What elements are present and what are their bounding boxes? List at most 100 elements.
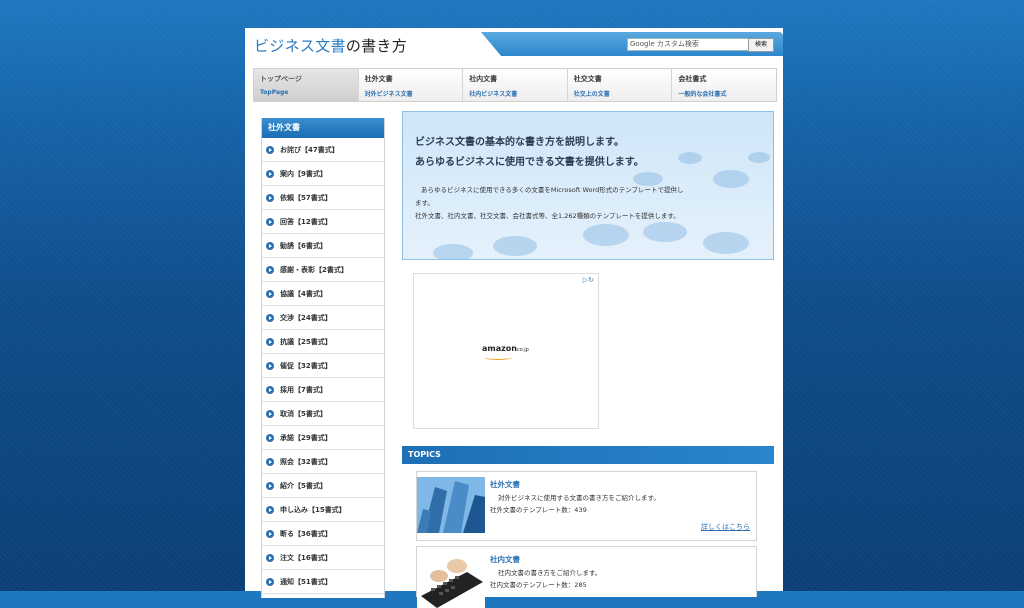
arrow-icon xyxy=(266,241,274,250)
sidebar-item[interactable]: 取消【5書式】 xyxy=(262,402,384,426)
sidebar-item[interactable]: 申し込み【15書式】 xyxy=(262,498,384,522)
nav-item-social[interactable]: 社交文書 社交上の文書 xyxy=(568,69,673,101)
nav-item-company[interactable]: 会社書式 一般的な会社書式 xyxy=(672,69,776,101)
sidebar-item[interactable]: 交渉【24書式】 xyxy=(262,306,384,330)
decor-dot xyxy=(643,222,687,242)
sidebar-item[interactable]: 協議【4書式】 xyxy=(262,282,384,306)
arrow-icon xyxy=(266,505,274,514)
sidebar-item[interactable]: 勧誘【6書式】 xyxy=(262,234,384,258)
arrow-icon xyxy=(266,193,274,202)
sidebar-item[interactable]: 催促【32書式】 xyxy=(262,354,384,378)
adchoices-icon[interactable]: ▷↻ xyxy=(583,276,594,284)
sidebar-item-label: 協議【4書式】 xyxy=(280,289,327,298)
sidebar-item[interactable]: 回答【12書式】 xyxy=(262,210,384,234)
hero-body-line: ます。 xyxy=(415,199,434,207)
sidebar-item[interactable]: 依頼【57書式】 xyxy=(262,186,384,210)
sidebar-item[interactable]: 紹介【5書式】 xyxy=(262,474,384,498)
sidebar-item-label: 申し込み【15書式】 xyxy=(280,505,346,514)
decor-dot xyxy=(433,244,473,259)
amazon-logo-text: amazon xyxy=(482,344,517,353)
amazon-logo[interactable]: amazonco.jp xyxy=(482,344,529,353)
arrow-icon xyxy=(266,409,274,418)
decor-dot xyxy=(583,224,629,246)
sidebar-item-label: 依頼【57書式】 xyxy=(280,193,332,202)
site-title-colored: ビジネス文書 xyxy=(254,37,346,55)
nav-item-external[interactable]: 社外文書 対外ビジネス文書 xyxy=(359,69,464,101)
arrow-icon xyxy=(266,481,274,490)
sidebar-item-label: 案内【9書式】 xyxy=(280,169,327,178)
sidebar-item[interactable]: 抗議【25書式】 xyxy=(262,330,384,354)
sidebar-item-label: 交渉【24書式】 xyxy=(280,313,332,322)
sidebar-item[interactable]: 感謝・表彰【2書式】 xyxy=(262,258,384,282)
main-nav: トップページ TopPage 社外文書 対外ビジネス文書 社内文書 社内ビジネス… xyxy=(253,68,777,102)
nav-sub: TopPage xyxy=(260,89,289,96)
nav-item-internal[interactable]: 社内文書 社内ビジネス文書 xyxy=(463,69,568,101)
hero-banner: ビジネス文書の基本的な書き方を説明します。 あらゆるビジネスに使用できる文書を提… xyxy=(402,111,774,260)
sidebar-item[interactable]: 照会【32書式】 xyxy=(262,450,384,474)
sidebar-header: 社外文書 xyxy=(262,118,384,138)
arrow-icon xyxy=(266,529,274,538)
topic-title[interactable]: 社内文書 xyxy=(490,554,520,565)
search-input[interactable] xyxy=(627,38,749,51)
nav-title: 会社書式 xyxy=(678,75,707,83)
amazon-logo-suffix: co.jp xyxy=(516,347,529,353)
site-title[interactable]: ビジネス文書の書き方 xyxy=(254,35,407,56)
sidebar-item-label: 取消【5書式】 xyxy=(280,409,327,418)
sidebar-item[interactable]: お詫び【47書式】 xyxy=(262,138,384,162)
sidebar-item-label: 勧誘【6書式】 xyxy=(280,241,327,250)
hero-body-line: 社外文書、社内文書、社交文書、会社書式等、全1,262種類のテンプレートを提供し… xyxy=(415,212,680,220)
sidebar-item-label: お詫び【47書式】 xyxy=(280,145,339,154)
topic-description: 社内文書の書き方をご紹介します。 xyxy=(498,569,602,577)
arrow-icon xyxy=(266,145,274,154)
sidebar-item-label: 通知【51書式】 xyxy=(280,577,332,586)
topic-card[interactable]: 社外文書 対外ビジネスに使用する文書の書き方をご紹介します。 社外文書のテンプレ… xyxy=(416,471,757,541)
arrow-icon xyxy=(266,337,274,346)
sidebar-item-label: 回答【12書式】 xyxy=(280,217,332,226)
sidebar-item[interactable]: 注文【16書式】 xyxy=(262,546,384,570)
nav-sub: 社交上の文書 xyxy=(573,91,610,98)
arrow-icon xyxy=(266,169,274,178)
topic-count: 社外文書のテンプレート数：439 xyxy=(490,506,587,514)
ad-banner[interactable]: ▷↻ amazonco.jp xyxy=(413,273,599,429)
sidebar-item-label: 採用【7書式】 xyxy=(280,385,327,394)
hero-line-2: あらゆるビジネスに使用できる文書を提供します。 xyxy=(415,157,644,168)
decor-dot xyxy=(493,236,537,256)
nav-title: トップページ xyxy=(260,75,302,83)
more-link[interactable]: 詳しくはこちら xyxy=(701,522,750,532)
sidebar-item-label: 注文【16書式】 xyxy=(280,553,332,562)
nav-title: 社内文書 xyxy=(469,75,498,83)
sidebar-item-label: 照会【32書式】 xyxy=(280,457,332,466)
sidebar-item[interactable]: 案内【9書式】 xyxy=(262,162,384,186)
amazon-smile-icon xyxy=(484,355,512,360)
hero-body: あらゆるビジネスに使用できる多くの文書をMicrosoft Word形式のテンプ… xyxy=(415,184,765,223)
sidebar-item-label: 断る【36書式】 xyxy=(280,529,332,538)
decor-dot xyxy=(703,232,749,254)
sidebar-item[interactable]: 採用【7書式】 xyxy=(262,378,384,402)
topic-card[interactable]: 社内文書 社内文書の書き方をご紹介します。 社内文書のテンプレート数：285 xyxy=(416,546,757,608)
nav-sub: 社内ビジネス文書 xyxy=(469,91,518,98)
arrow-icon xyxy=(266,457,274,466)
arrow-icon xyxy=(266,289,274,298)
arrow-icon xyxy=(266,313,274,322)
sidebar-item-label: 感謝・表彰【2書式】 xyxy=(280,265,348,274)
nav-sub: 一般的な会社書式 xyxy=(678,91,727,98)
sidebar-item[interactable]: 通知【51書式】 xyxy=(262,570,384,594)
arrow-icon xyxy=(266,433,274,442)
topic-title[interactable]: 社外文書 xyxy=(490,479,520,490)
sidebar-item[interactable]: 断る【36書式】 xyxy=(262,522,384,546)
topic-description: 対外ビジネスに使用する文書の書き方をご紹介します。 xyxy=(498,494,660,502)
arrow-icon xyxy=(266,265,274,274)
sidebar-item-label: 抗議【25書式】 xyxy=(280,337,332,346)
keyboard-image xyxy=(417,552,485,608)
nav-title: 社交文書 xyxy=(573,75,602,83)
nav-item-top[interactable]: トップページ TopPage xyxy=(254,69,359,101)
arrow-icon xyxy=(266,553,274,562)
sidebar-item-label: 承諾【29書式】 xyxy=(280,433,332,442)
topics-header: TOPICS xyxy=(402,446,774,464)
search-button[interactable]: 検索 xyxy=(748,38,774,52)
decor-dot xyxy=(678,152,702,164)
topic-count: 社内文書のテンプレート数：285 xyxy=(490,581,587,589)
arrow-icon xyxy=(266,217,274,226)
hero-body-line: あらゆるビジネスに使用できる多くの文書をMicrosoft Word形式のテンプ… xyxy=(421,186,684,194)
sidebar-item[interactable]: 承諾【29書式】 xyxy=(262,426,384,450)
